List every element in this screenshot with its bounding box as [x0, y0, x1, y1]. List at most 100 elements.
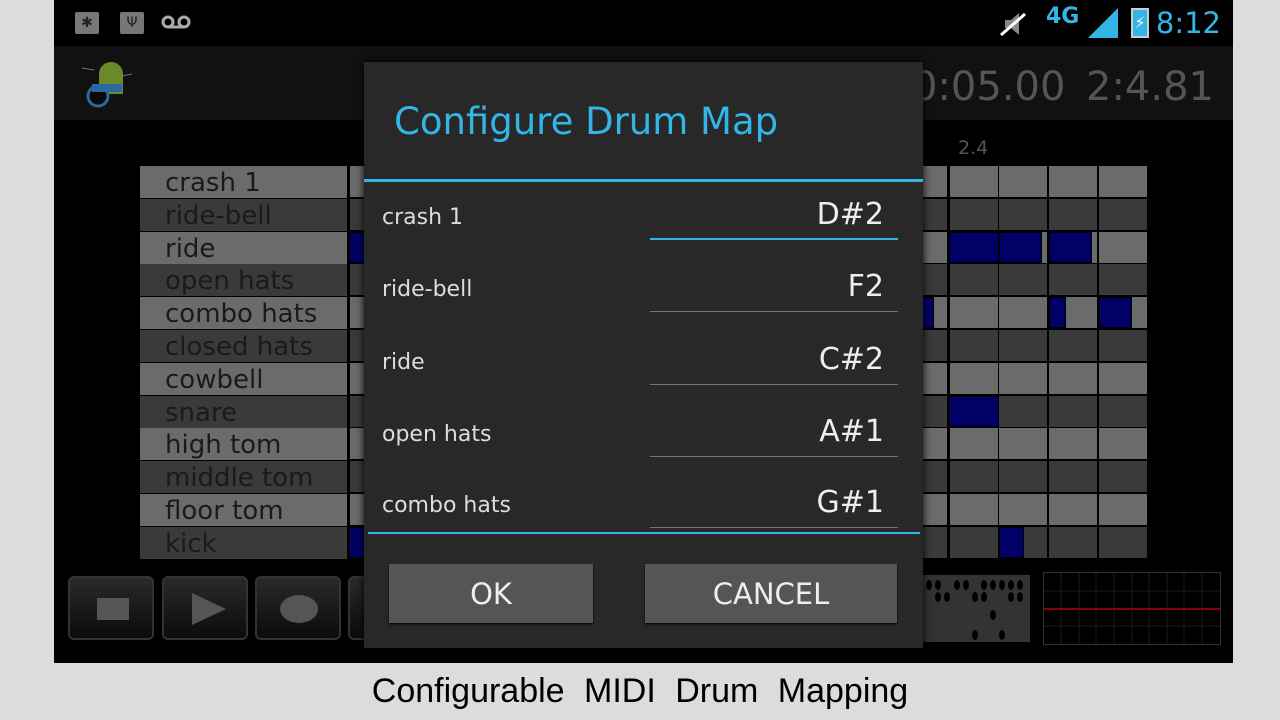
- step-cell[interactable]: [950, 297, 998, 329]
- instrument-label[interactable]: kick: [140, 526, 347, 559]
- drum-name: crash 1: [382, 205, 464, 230]
- step-cell[interactable]: [1099, 166, 1147, 197]
- step-cell[interactable]: [1099, 330, 1147, 361]
- configure-drum-map-dialog: Configure Drum Map crash 1 D#2 ride-bell…: [364, 62, 923, 648]
- step-cell[interactable]: [999, 330, 1047, 361]
- step-cell[interactable]: [950, 494, 998, 525]
- elapsed-time: 0:05.00: [912, 64, 1066, 110]
- midi-note-input[interactable]: C#2: [650, 337, 898, 385]
- song-position: 2:4.81: [1086, 64, 1214, 110]
- step-cell[interactable]: [999, 297, 1047, 329]
- step-cell[interactable]: [999, 166, 1047, 197]
- step-cell[interactable]: [999, 362, 1047, 394]
- step-cell[interactable]: [1049, 362, 1097, 394]
- instrument-label[interactable]: high tom: [140, 428, 347, 461]
- drum-map-row: open hats A#1: [364, 409, 923, 481]
- drum-note[interactable]: [1099, 297, 1132, 329]
- midi-note-input[interactable]: G#1: [650, 480, 898, 528]
- step-cell[interactable]: [950, 330, 998, 361]
- instrument-label[interactable]: closed hats: [140, 330, 347, 362]
- step-cell[interactable]: [999, 395, 1047, 427]
- beat-label: 2.4: [958, 137, 989, 159]
- step-cell[interactable]: [1099, 428, 1147, 460]
- step-cell[interactable]: [999, 461, 1047, 493]
- step-cell[interactable]: [1099, 395, 1147, 427]
- phone-screen: ✱ Ψ 4G ⚡ 8:12 0:05.00 2:4.81 2.4 crash 1…: [54, 0, 1233, 663]
- drum-map-row: ride-bell F2: [364, 264, 923, 336]
- pattern-overview[interactable]: [922, 575, 1030, 642]
- step-cell[interactable]: [1049, 330, 1097, 361]
- step-cell[interactable]: [1049, 166, 1097, 197]
- step-cell[interactable]: [999, 198, 1047, 230]
- status-bar: ✱ Ψ 4G ⚡ 8:12: [54, 0, 1233, 46]
- 4g-lte-icon: 4G: [1046, 4, 1080, 29]
- instrument-label[interactable]: middle tom: [140, 461, 347, 494]
- drum-map-list[interactable]: crash 1 D#2 ride-bell F2 ride C#2 open h…: [364, 182, 923, 532]
- drum-map-row: combo hats G#1: [364, 480, 923, 532]
- signal-icon: [1088, 8, 1118, 42]
- step-cell[interactable]: [950, 461, 998, 493]
- step-cell[interactable]: [999, 428, 1047, 460]
- step-cell[interactable]: [1049, 428, 1097, 460]
- record-button[interactable]: [255, 576, 341, 640]
- record-icon: [280, 595, 318, 623]
- drum-name: ride: [382, 350, 425, 375]
- cancel-button[interactable]: CANCEL: [645, 564, 897, 623]
- midi-note-input[interactable]: F2: [650, 264, 898, 312]
- drum-note[interactable]: [1049, 297, 1066, 329]
- instrument-label[interactable]: floor tom: [140, 494, 347, 526]
- step-cell[interactable]: [950, 166, 998, 197]
- step-cell[interactable]: [1099, 526, 1147, 558]
- battery-charging-icon: ⚡: [1131, 8, 1149, 38]
- step-cell[interactable]: [1049, 395, 1097, 427]
- step-cell[interactable]: [1049, 198, 1097, 230]
- drum-note[interactable]: [999, 231, 1042, 263]
- drum-map-row: ride C#2: [364, 337, 923, 409]
- step-cell[interactable]: [1049, 461, 1097, 493]
- instrument-label[interactable]: cowbell: [140, 362, 347, 395]
- drum-note[interactable]: [1049, 231, 1092, 263]
- step-cell[interactable]: [950, 198, 998, 230]
- drum-map-row: crash 1 D#2: [364, 192, 923, 264]
- drum-name: combo hats: [382, 493, 511, 518]
- step-cell[interactable]: [1049, 494, 1097, 525]
- step-cell[interactable]: [1099, 198, 1147, 230]
- oscilloscope: [1043, 572, 1221, 645]
- ok-button[interactable]: OK: [389, 564, 593, 623]
- dialog-title: Configure Drum Map: [394, 100, 779, 143]
- step-cell[interactable]: [1049, 264, 1097, 296]
- mute-icon: [999, 10, 1029, 42]
- instrument-label[interactable]: ride-bell: [140, 198, 347, 231]
- step-cell[interactable]: [1049, 526, 1097, 558]
- instrument-label[interactable]: snare: [140, 395, 347, 428]
- midi-note-input[interactable]: A#1: [650, 409, 898, 457]
- step-cell[interactable]: [1099, 461, 1147, 493]
- clock: 8:12: [1155, 6, 1221, 40]
- midi-note-input[interactable]: D#2: [650, 192, 898, 240]
- step-cell[interactable]: [950, 264, 998, 296]
- instrument-label[interactable]: combo hats: [140, 297, 347, 330]
- step-cell[interactable]: [1099, 362, 1147, 394]
- voicemail-icon: [161, 14, 191, 30]
- instrument-label[interactable]: ride: [140, 231, 347, 264]
- step-cell[interactable]: [950, 362, 998, 394]
- step-cell[interactable]: [950, 526, 998, 558]
- caption: Configurable MIDI Drum Mapping: [371, 672, 909, 710]
- play-button[interactable]: [162, 576, 248, 640]
- drum-note[interactable]: [999, 526, 1024, 558]
- drum-note[interactable]: [949, 231, 999, 263]
- step-cell[interactable]: [999, 494, 1047, 525]
- step-cell[interactable]: [999, 264, 1047, 296]
- play-icon: [192, 593, 226, 625]
- instrument-label[interactable]: crash 1: [140, 166, 347, 198]
- drum-android-logo[interactable]: [78, 56, 136, 110]
- step-cell[interactable]: [1099, 264, 1147, 296]
- step-cell[interactable]: [1099, 231, 1147, 263]
- drum-note[interactable]: [949, 395, 999, 427]
- instrument-label[interactable]: open hats: [140, 264, 347, 297]
- step-cell[interactable]: [950, 428, 998, 460]
- step-cell[interactable]: [1099, 494, 1147, 525]
- usb-icon: Ψ: [120, 12, 144, 34]
- stop-button[interactable]: [68, 576, 154, 640]
- stop-icon: [97, 598, 129, 620]
